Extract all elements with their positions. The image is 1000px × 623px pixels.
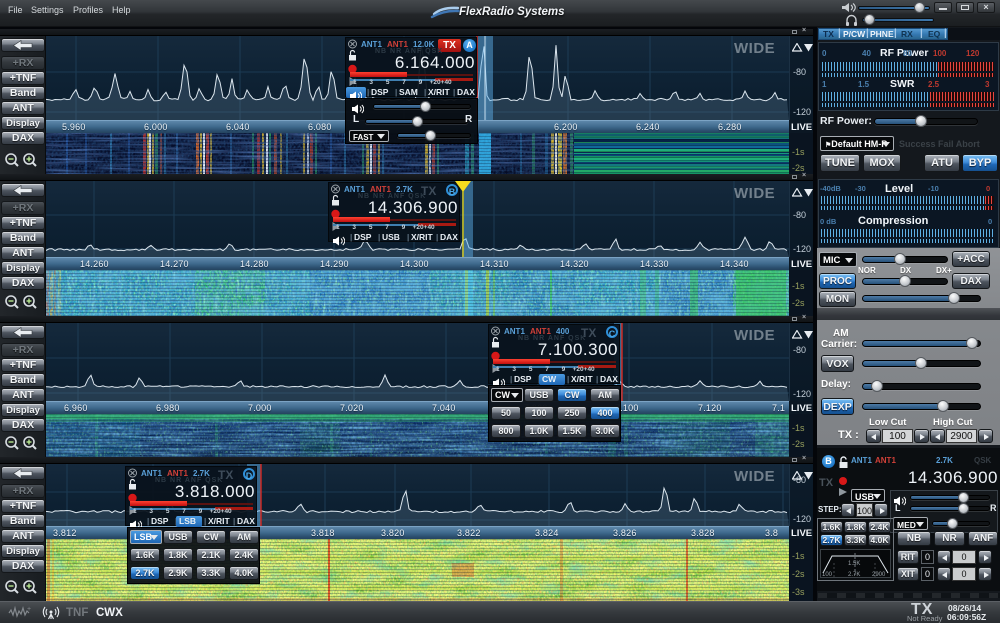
svg-text:1.5K: 1.5K bbox=[848, 561, 860, 567]
svg-text:2900: 2900 bbox=[872, 572, 886, 578]
svg-text:2.7K: 2.7K bbox=[848, 572, 860, 578]
svg-text:100: 100 bbox=[822, 572, 833, 578]
svg-text:+: + bbox=[27, 606, 31, 613]
